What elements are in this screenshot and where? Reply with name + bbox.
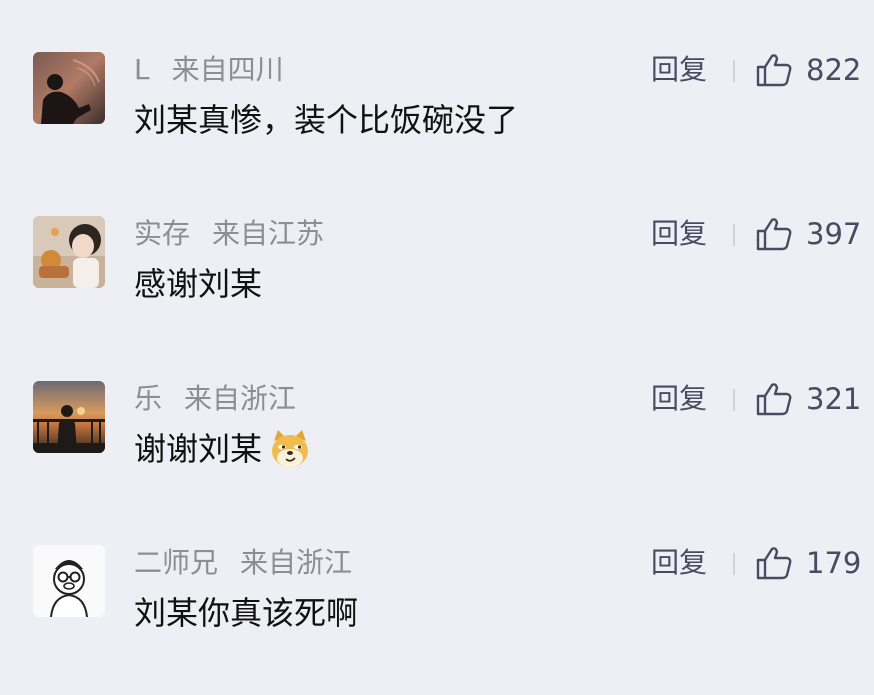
- username[interactable]: 乐: [134, 382, 162, 415]
- comment-text-content: 刘某真惨，装个比饭碗没了: [134, 101, 519, 139]
- like-button[interactable]: 321: [756, 381, 861, 417]
- location-label: 来自四川: [171, 53, 284, 86]
- vertical-divider: [733, 553, 735, 575]
- comment-text: 刘某你真该死啊: [134, 591, 358, 635]
- comment-text-content: 感谢刘某: [134, 265, 263, 303]
- comment-meta: 实存 来自江苏: [134, 216, 324, 252]
- thumbs-up-icon: [756, 217, 792, 251]
- comment-text: 刘某真惨，装个比饭碗没了: [134, 98, 518, 142]
- username[interactable]: 二师兄: [134, 546, 218, 579]
- comment-item: 实存 来自江苏 感谢刘某 回复 397: [0, 216, 874, 366]
- comment-item: L 来自四川 刘某真惨，装个比饭碗没了 回复 822: [0, 52, 874, 202]
- avatar[interactable]: [33, 545, 105, 617]
- comment-text: 谢谢刘某: [134, 427, 312, 471]
- like-count: 397: [806, 217, 862, 251]
- comment-meta: 乐来自浙江: [134, 381, 296, 417]
- like-count: 179: [806, 546, 862, 580]
- like-button[interactable]: 397: [756, 216, 861, 252]
- comment-item: 二师兄 来自浙江 刘某你真该死啊 回复 179: [0, 545, 874, 695]
- comment-meta: L 来自四川: [134, 52, 284, 88]
- like-button[interactable]: 822: [756, 52, 861, 88]
- vertical-divider: [733, 60, 735, 82]
- location-label: 来自江苏: [212, 217, 325, 250]
- thumbs-up-icon: [756, 546, 792, 580]
- doge-emoji-icon: [268, 427, 312, 471]
- like-button[interactable]: 179: [756, 545, 861, 581]
- thumbs-up-icon: [756, 53, 792, 87]
- vertical-divider: [733, 224, 735, 246]
- comment-meta: 二师兄 来自浙江: [134, 545, 352, 581]
- avatar[interactable]: [33, 52, 105, 124]
- vertical-divider: [733, 389, 735, 411]
- location-label: 来自浙江: [184, 382, 297, 415]
- comment-text-content: 刘某你真该死啊: [134, 594, 359, 632]
- comment-text-content: 谢谢刘某: [134, 430, 263, 468]
- reply-button[interactable]: 回复: [651, 52, 707, 88]
- avatar[interactable]: [33, 216, 105, 288]
- thumbs-up-icon: [756, 382, 792, 416]
- comment-item: 乐来自浙江 谢谢刘某 回复 321: [0, 381, 874, 531]
- username[interactable]: 实存: [134, 217, 190, 250]
- comment-text: 感谢刘某: [134, 262, 262, 306]
- username[interactable]: L: [134, 53, 150, 86]
- reply-button[interactable]: 回复: [651, 216, 707, 252]
- like-count: 822: [806, 53, 862, 87]
- reply-button[interactable]: 回复: [651, 545, 707, 581]
- like-count: 321: [806, 382, 862, 416]
- location-label: 来自浙江: [240, 546, 353, 579]
- avatar[interactable]: [33, 381, 105, 453]
- reply-button[interactable]: 回复: [651, 381, 707, 417]
